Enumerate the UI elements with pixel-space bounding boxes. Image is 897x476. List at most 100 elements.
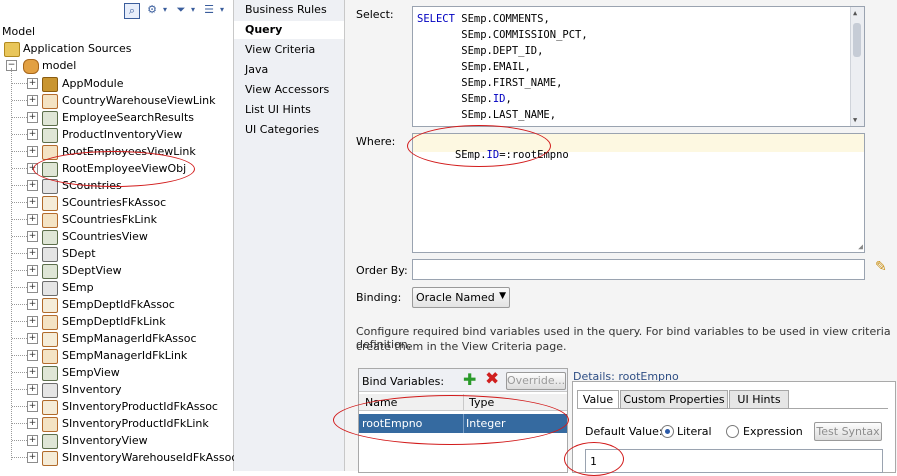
- override-button[interactable]: Override...: [506, 372, 566, 390]
- sort-icon[interactable]: ☰: [202, 3, 216, 17]
- tree-root[interactable]: Model: [2, 23, 35, 40]
- expand-icon[interactable]: +: [27, 265, 38, 276]
- nav-item-query[interactable]: Query: [234, 21, 344, 39]
- tab-custom-properties[interactable]: Custom Properties: [620, 390, 728, 408]
- tree-node[interactable]: + SInventory: [0, 381, 232, 398]
- where-textarea[interactable]: SEmp.ID=:rootEmpno ◢: [412, 133, 865, 253]
- expand-icon[interactable]: +: [27, 95, 38, 106]
- column-name[interactable]: Name: [365, 396, 397, 409]
- nav-item-list-ui-hints[interactable]: List UI Hints: [245, 103, 311, 116]
- tree-node[interactable]: + SEmpDeptIdFkLink: [0, 313, 232, 330]
- expand-icon[interactable]: +: [27, 248, 38, 259]
- add-icon[interactable]: ✚: [463, 370, 476, 389]
- column-type[interactable]: Type: [469, 396, 494, 409]
- app-module-icon: [42, 77, 58, 92]
- tree-node-label: AppModule: [62, 77, 124, 90]
- nav-item-ui-categories[interactable]: UI Categories: [245, 123, 319, 136]
- tree-node[interactable]: + SCountries: [0, 177, 232, 194]
- working-set-icon[interactable]: ⚙: [145, 3, 159, 17]
- literal-radio[interactable]: [661, 425, 674, 438]
- expand-icon[interactable]: +: [27, 112, 38, 123]
- tree-node[interactable]: + ProductInventoryView: [0, 126, 232, 143]
- tree-node-label: SEmpView: [62, 366, 120, 379]
- nav-item-view-criteria[interactable]: View Criteria: [245, 43, 315, 56]
- resize-grip-icon[interactable]: ◢: [858, 242, 863, 251]
- expand-icon[interactable]: +: [27, 367, 38, 378]
- expand-icon[interactable]: +: [27, 333, 38, 344]
- tree-node[interactable]: + CountryWarehouseViewLink: [0, 92, 232, 109]
- expand-icon[interactable]: +: [27, 214, 38, 225]
- expand-icon[interactable]: +: [27, 78, 38, 89]
- scrollbar[interactable]: ▲ ▼: [850, 7, 864, 126]
- delete-icon[interactable]: ✖: [485, 369, 499, 389]
- nav-item-view-accessors[interactable]: View Accessors: [245, 83, 329, 96]
- scroll-up-icon[interactable]: ▲: [853, 9, 857, 17]
- select-textarea[interactable]: SELECT SEmp.COMMENTS, SEmp.COMMISSION_PC…: [412, 6, 865, 127]
- expand-icon[interactable]: +: [27, 452, 38, 463]
- nav-item-business-rules[interactable]: Business Rules: [245, 3, 327, 16]
- scroll-thumb[interactable]: [853, 23, 861, 57]
- table-row[interactable]: rootEmpno Integer: [359, 414, 567, 433]
- expand-icon[interactable]: +: [27, 401, 38, 412]
- chevron-down-icon[interactable]: ▾: [186, 3, 200, 17]
- scroll-down-icon[interactable]: ▼: [853, 116, 857, 124]
- radio-dot: [665, 429, 670, 434]
- tree-node[interactable]: + SCountriesFkAssoc: [0, 194, 232, 211]
- expand-icon[interactable]: +: [27, 231, 38, 242]
- orderby-input[interactable]: [412, 259, 865, 280]
- tab-ui-hints[interactable]: UI Hints: [729, 390, 789, 408]
- cell-name: rootEmpno: [362, 417, 423, 430]
- expand-icon[interactable]: +: [27, 197, 38, 208]
- tree-node-label: SEmpDeptIdFkAssoc: [62, 298, 175, 311]
- tree-node[interactable]: + SCountriesView: [0, 228, 232, 245]
- expression-radio[interactable]: [726, 425, 739, 438]
- tree-guide-line: [12, 338, 27, 339]
- tree-node[interactable]: + RootEmployeesViewLink: [0, 143, 232, 160]
- tree-node[interactable]: + SInventoryWarehouseIdFkAssoc: [0, 449, 237, 466]
- tree-node-label: EmployeeSearchResults: [62, 111, 194, 124]
- expand-icon[interactable]: +: [27, 299, 38, 310]
- tree-node[interactable]: + SEmpDeptIdFkAssoc: [0, 296, 232, 313]
- tree-node[interactable]: + AppModule: [0, 75, 232, 92]
- test-syntax-button[interactable]: Test Syntax: [814, 422, 882, 441]
- tree-node[interactable]: + RootEmployeeViewObj: [0, 160, 232, 177]
- expand-icon[interactable]: +: [27, 282, 38, 293]
- search-icon[interactable]: ⌕: [124, 3, 140, 19]
- tree-node[interactable]: + SEmpManagerIdFkLink: [0, 347, 232, 364]
- nav-item-java[interactable]: Java: [245, 63, 268, 76]
- expand-icon[interactable]: +: [27, 418, 38, 429]
- association-icon: [42, 332, 58, 347]
- tree-node-model-package[interactable]: − model: [6, 57, 206, 74]
- expand-icon[interactable]: +: [27, 180, 38, 191]
- tree-node[interactable]: + SEmpView: [0, 364, 232, 381]
- tree-node[interactable]: + SCountriesFkLink: [0, 211, 232, 228]
- chevron-down-icon[interactable]: ▾: [215, 3, 229, 17]
- tree-node[interactable]: + SInventoryProductIdFkAssoc: [0, 398, 232, 415]
- expand-icon[interactable]: +: [27, 163, 38, 174]
- tree-node[interactable]: + SInventoryView: [0, 432, 232, 449]
- tree-node-application-sources[interactable]: Application Sources: [4, 40, 204, 57]
- bind-variables-title: Bind Variables:: [362, 375, 445, 388]
- info-text-2: create them in the View Criteria page.: [356, 340, 567, 353]
- expand-icon[interactable]: +: [27, 350, 38, 361]
- tree-node[interactable]: + SDeptView: [0, 262, 232, 279]
- binding-select[interactable]: Oracle Named ▼: [412, 287, 510, 308]
- tree-node[interactable]: + SEmp: [0, 279, 232, 296]
- edit-pencil-icon[interactable]: ✎: [875, 259, 887, 275]
- tree-node[interactable]: + SDept: [0, 245, 232, 262]
- view-link-icon: [42, 349, 58, 364]
- tree-node[interactable]: + SInventoryProductIdFkLink: [0, 415, 232, 432]
- tab-value[interactable]: Value: [577, 390, 619, 409]
- sql-text: SEmp.EMAIL,: [417, 61, 531, 73]
- expand-icon[interactable]: +: [27, 146, 38, 157]
- sql-line: SEmp.COMMISSION_PCT,: [417, 29, 587, 41]
- default-value-input[interactable]: 1: [585, 449, 883, 473]
- expand-icon[interactable]: +: [27, 384, 38, 395]
- chevron-down-icon[interactable]: ▾: [158, 3, 172, 17]
- tree-node[interactable]: + EmployeeSearchResults: [0, 109, 232, 126]
- binding-label: Binding:: [356, 291, 402, 304]
- expand-icon[interactable]: +: [27, 129, 38, 140]
- expand-icon[interactable]: +: [27, 435, 38, 446]
- expand-icon[interactable]: +: [27, 316, 38, 327]
- tree-node[interactable]: + SEmpManagerIdFkAssoc: [0, 330, 232, 347]
